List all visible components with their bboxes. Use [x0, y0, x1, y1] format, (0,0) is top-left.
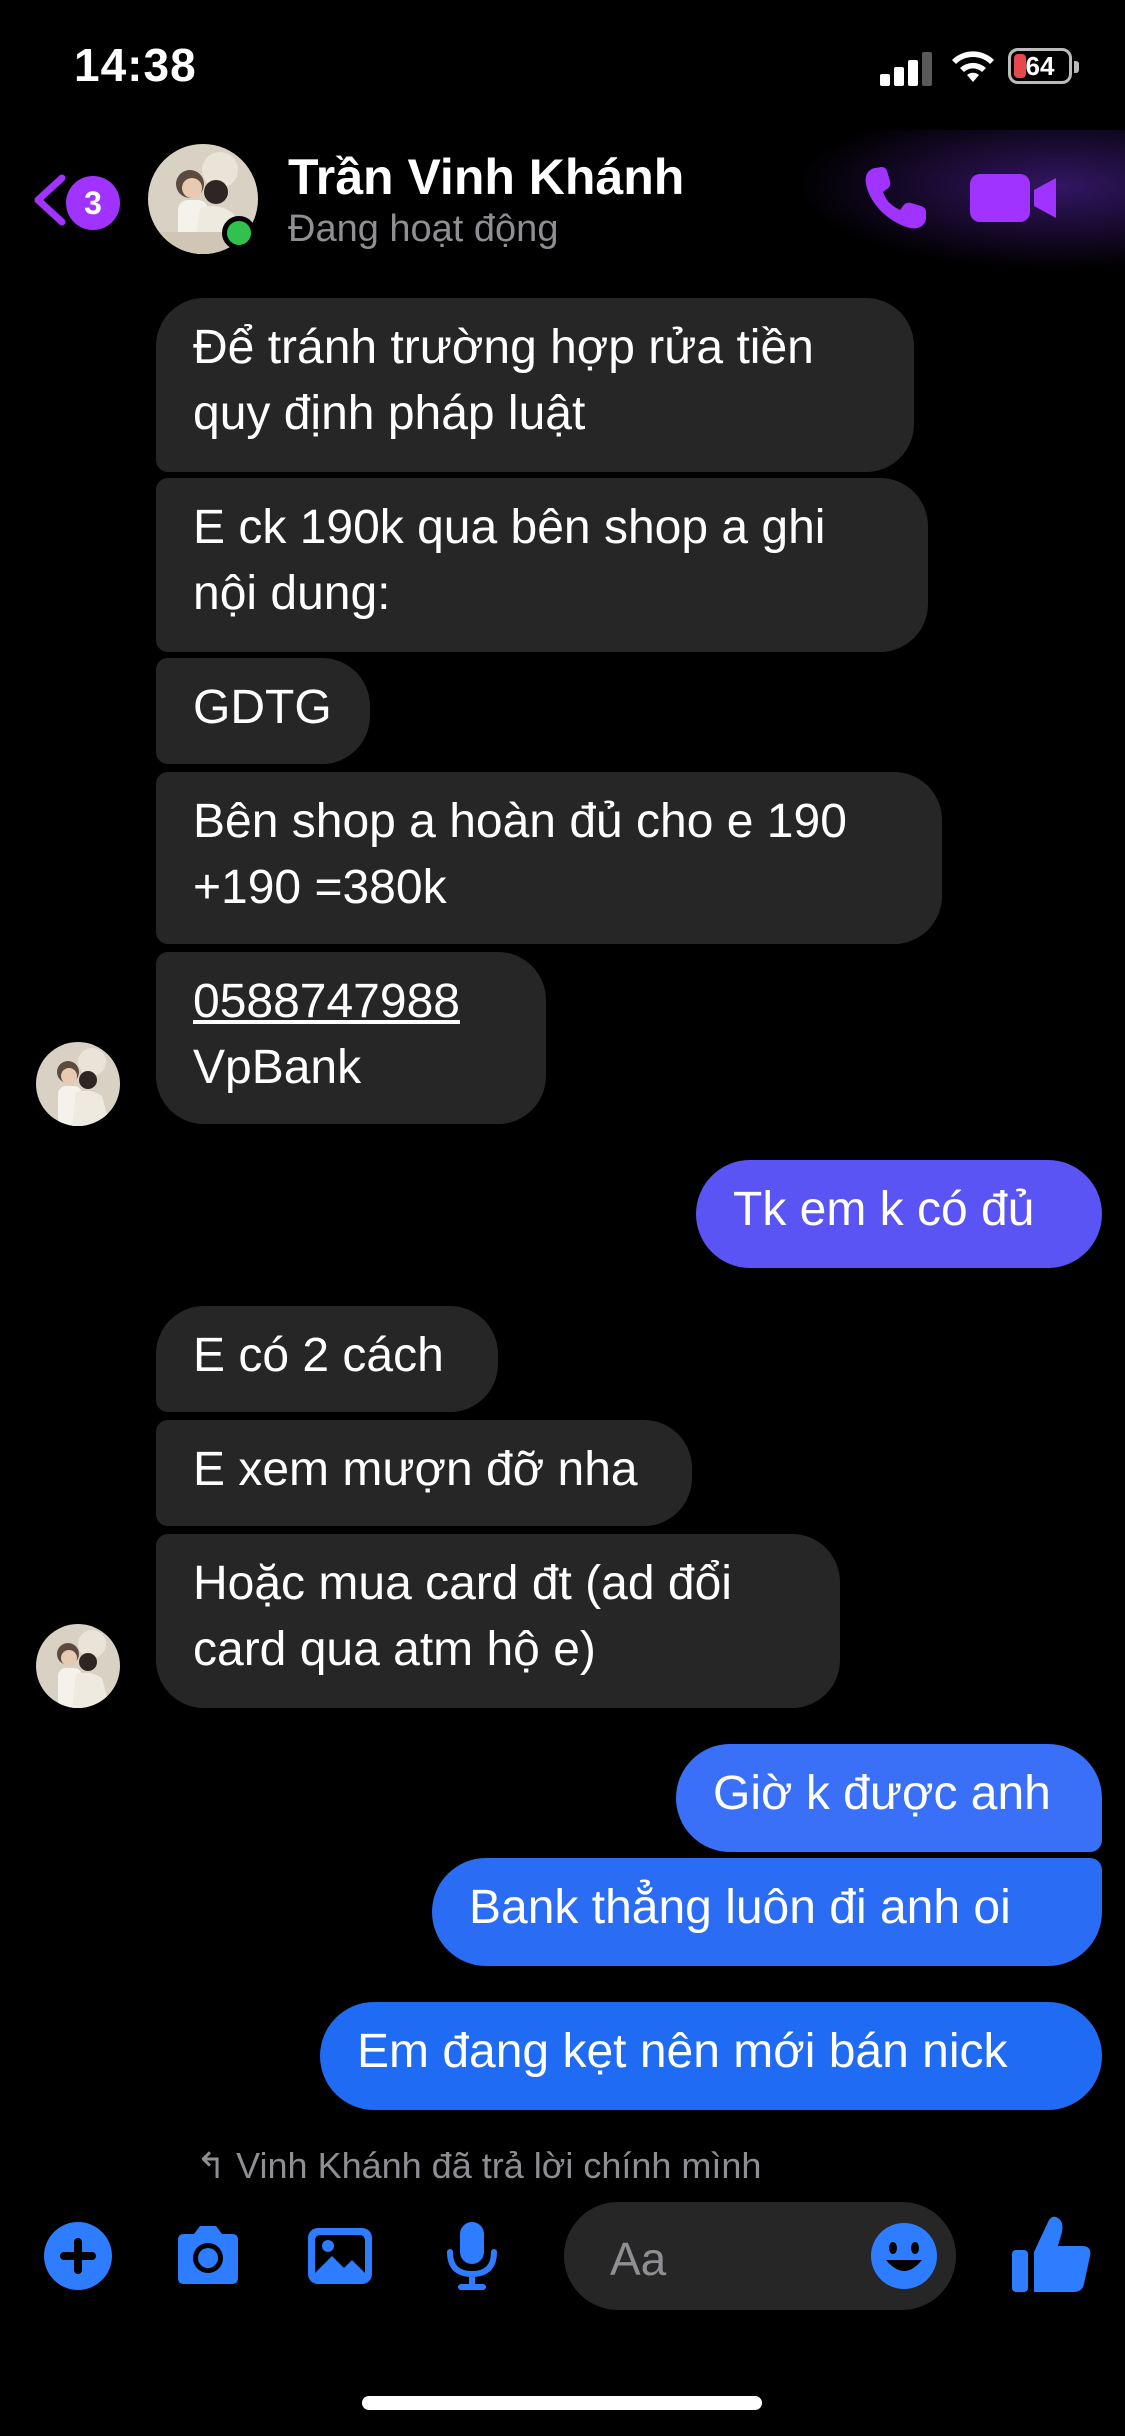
message-bubble[interactable]: Tk em k có đủ: [696, 1160, 1102, 1268]
contact-name[interactable]: Trần Vinh Khánh: [288, 148, 684, 206]
message-bubble[interactable]: Bank thẳng luôn đi anh oi: [432, 1858, 1102, 1966]
status-time: 14:38: [74, 39, 197, 91]
sender-avatar[interactable]: [36, 1042, 120, 1126]
message-bubble[interactable]: Giờ k được anh: [676, 1744, 1102, 1852]
emoji-icon[interactable]: [868, 2220, 940, 2292]
plus-icon[interactable]: [40, 2218, 116, 2294]
sender-avatar[interactable]: [36, 1624, 120, 1708]
phone-number-link[interactable]: 0588747988: [193, 969, 509, 1035]
message-bubble[interactable]: 0588747988 VpBank: [156, 952, 546, 1124]
chat-header: 3 Trần Vinh Khánh Đang hoạt động: [0, 130, 1125, 280]
message-bubble[interactable]: GDTG: [156, 658, 370, 764]
image-icon[interactable]: [302, 2218, 378, 2294]
camera-icon[interactable]: [170, 2218, 246, 2294]
message-bubble[interactable]: Em đang kẹt nên mới bán nick: [320, 2002, 1102, 2110]
contact-active-status: Đang hoạt động: [288, 208, 559, 250]
status-bar: 14:38 64: [0, 0, 1125, 130]
battery-icon: 64: [1008, 48, 1079, 84]
online-status-dot: [222, 216, 256, 250]
phone-call-icon[interactable]: [858, 160, 934, 236]
cellular-signal-icon: [880, 52, 934, 86]
microphone-icon[interactable]: [434, 2218, 510, 2294]
video-call-icon[interactable]: [966, 160, 1062, 236]
message-bubble[interactable]: E ck 190k qua bên shop a ghi nội dung:: [156, 478, 928, 652]
unread-badge: 3: [66, 176, 120, 230]
message-bubble[interactable]: E có 2 cách: [156, 1306, 498, 1412]
reply-indicator: ↰ Vinh Khánh đã trả lời chính mình: [196, 2148, 762, 2184]
message-input-placeholder: Aa: [610, 2233, 667, 2285]
message-bubble[interactable]: Hoặc mua card đt (ad đổi card qua atm hộ…: [156, 1534, 840, 1708]
back-button[interactable]: 3: [24, 166, 124, 236]
wifi-icon: [952, 51, 994, 82]
thumbs-up-icon[interactable]: [1008, 2212, 1094, 2298]
message-bubble[interactable]: Bên shop a hoàn đủ cho e 190 +190 =380k: [156, 772, 942, 944]
battery-level: 64: [1025, 51, 1055, 81]
message-bubble[interactable]: Để tránh trường hợp rửa tiền quy định ph…: [156, 298, 914, 472]
message-bubble[interactable]: E xem mượn đỡ nha: [156, 1420, 692, 1526]
home-indicator[interactable]: [362, 2396, 762, 2410]
